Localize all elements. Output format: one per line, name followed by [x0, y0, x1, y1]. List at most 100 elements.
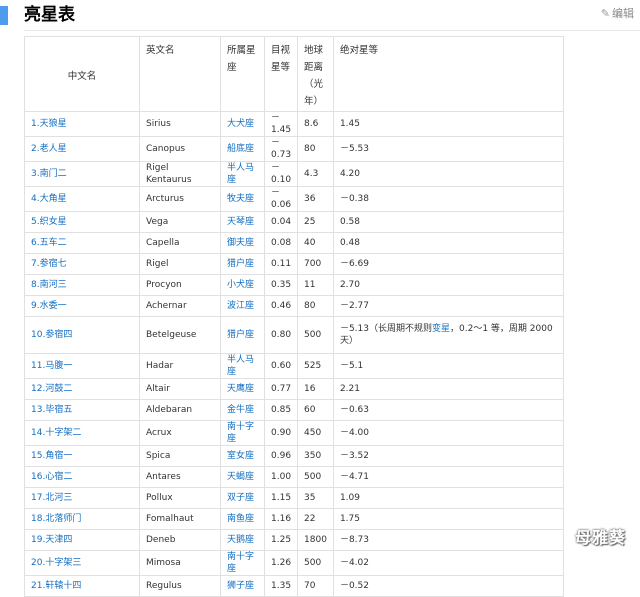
star-chinese-name-link[interactable]: 1.天狼星 [24, 111, 140, 137]
watermark: 母雅葵 [574, 528, 626, 547]
star-chinese-name-link[interactable]: 20.十字架三 [24, 550, 140, 576]
star-chinese-name-link[interactable]: 5.织女星 [24, 211, 140, 233]
star-chinese-name-link[interactable]: 4.大角星 [24, 186, 140, 212]
constellation-link[interactable]: 天鹅座 [220, 529, 265, 551]
constellation-link[interactable]: 南鱼座 [220, 508, 265, 530]
table-row: 10.参宿四 Betelgeuse 猎户座 0.80 500 －5.13（长周期不规则变星… [24, 316, 564, 354]
star-chinese-name-link[interactable]: 21.轩辕十四 [24, 575, 140, 597]
table-row: 11.马腹一 Hadar 半人马座 0.60 525 －5.1 [24, 353, 564, 379]
table-header-row: 中文名 英文名 所属星座 目视星等 地球距离（光年） 绝对星等 [24, 36, 564, 112]
distance-light-years: 500 [297, 466, 334, 488]
constellation-link[interactable]: 天琴座 [220, 211, 265, 233]
apparent-magnitude: 0.60 [263, 353, 299, 379]
distance-light-years: 36 [297, 186, 334, 212]
apparent-magnitude: 0.35 [263, 274, 299, 296]
constellation-link[interactable]: 天蝎座 [220, 466, 265, 488]
star-english-name: Mimosa [139, 550, 221, 576]
star-chinese-name-link[interactable]: 12.河鼓二 [24, 378, 140, 400]
table-row: 9.水委一 Achernar 波江座 0.46 80 －2.77 [24, 295, 564, 317]
table-row: 13.毕宿五 Aldebaran 金牛座 0.85 60 －0.63 [24, 399, 564, 421]
star-english-name: Aldebaran [139, 399, 221, 421]
star-chinese-name-link[interactable]: 2.老人星 [24, 136, 140, 162]
constellation-link[interactable]: 半人马座 [220, 161, 265, 187]
abs-magnitude-text: －5.13（长周期不规则 [339, 324, 432, 334]
constellation-link[interactable]: 室女座 [220, 445, 265, 467]
constellation-link[interactable]: 南十字座 [220, 420, 265, 446]
star-chinese-name-link[interactable]: 7.参宿七 [24, 253, 140, 275]
apparent-magnitude: 1.15 [263, 487, 299, 509]
header-english-name: 英文名 [139, 36, 221, 112]
constellation-link[interactable]: 南十字座 [220, 550, 265, 576]
star-english-name: Achernar [139, 295, 221, 317]
star-english-name: Canopus [139, 136, 221, 162]
absolute-magnitude: －8.73 [332, 529, 564, 551]
apparent-magnitude: －0.73 [263, 136, 299, 162]
star-chinese-name-link[interactable]: 14.十字架二 [24, 420, 140, 446]
star-chinese-name-link[interactable]: 19.天津四 [24, 529, 140, 551]
header-distance: 地球距离（光年） [297, 36, 334, 112]
section-header: 亮星表 ✎ 编辑 [0, 0, 640, 30]
constellation-link[interactable]: 猎户座 [220, 316, 265, 354]
header-constellation: 所属星座 [220, 36, 265, 112]
star-english-name: Rigel Kentaurus [139, 161, 221, 187]
edit-link[interactable]: ✎ 编辑 [601, 7, 634, 21]
star-chinese-name-link[interactable]: 11.马腹一 [24, 353, 140, 379]
section-accent-bar [0, 6, 8, 25]
constellation-link[interactable]: 狮子座 [220, 575, 265, 597]
table-row: 12.河鼓二 Altair 天鹰座 0.77 16 2.21 [24, 378, 564, 400]
constellation-link[interactable]: 小犬座 [220, 274, 265, 296]
star-chinese-name-link[interactable]: 18.北落师门 [24, 508, 140, 530]
star-chinese-name-link[interactable]: 13.毕宿五 [24, 399, 140, 421]
absolute-magnitude: －5.13（长周期不规则变星，0.2～1 等，周期 2000 天） [332, 316, 564, 354]
star-chinese-name-link[interactable]: 9.水委一 [24, 295, 140, 317]
apparent-magnitude: －0.10 [263, 161, 299, 187]
apparent-magnitude: 0.96 [263, 445, 299, 467]
distance-light-years: 525 [297, 353, 334, 379]
constellation-link[interactable]: 金牛座 [220, 399, 265, 421]
star-chinese-name-link[interactable]: 17.北河三 [24, 487, 140, 509]
distance-light-years: 40 [297, 232, 334, 254]
constellation-link[interactable]: 御夫座 [220, 232, 265, 254]
absolute-magnitude: －5.53 [332, 136, 564, 162]
table-row: 19.天津四 Deneb 天鹅座 1.25 1800 －8.73 [24, 529, 564, 551]
absolute-magnitude: －0.63 [332, 399, 564, 421]
constellation-link[interactable]: 船底座 [220, 136, 265, 162]
header-chinese-name: 中文名 [24, 36, 140, 112]
table-row: 7.参宿七 Rigel 猎户座 0.11 700 －6.69 [24, 253, 564, 275]
table-row: 2.老人星 Canopus 船底座 －0.73 80 －5.53 [24, 136, 564, 162]
star-chinese-name-link[interactable]: 10.参宿四 [24, 316, 140, 354]
variable-star-link[interactable]: 变星 [432, 324, 450, 334]
constellation-link[interactable]: 天鹰座 [220, 378, 265, 400]
constellation-link[interactable]: 牧夫座 [220, 186, 265, 212]
absolute-magnitude: －4.00 [332, 420, 564, 446]
star-english-name: Procyon [139, 274, 221, 296]
star-chinese-name-link[interactable]: 6.五车二 [24, 232, 140, 254]
star-english-name: Acrux [139, 420, 221, 446]
absolute-magnitude: 4.20 [332, 161, 564, 187]
star-english-name: Fomalhaut [139, 508, 221, 530]
constellation-link[interactable]: 大犬座 [220, 111, 265, 137]
constellation-link[interactable]: 半人马座 [220, 353, 265, 379]
star-chinese-name-link[interactable]: 16.心宿二 [24, 466, 140, 488]
distance-light-years: 22 [297, 508, 334, 530]
apparent-magnitude: 1.25 [263, 529, 299, 551]
edit-label: 编辑 [612, 7, 634, 20]
distance-light-years: 4.3 [297, 161, 334, 187]
star-chinese-name-link[interactable]: 8.南河三 [24, 274, 140, 296]
absolute-magnitude: －2.77 [332, 295, 564, 317]
absolute-magnitude: 1.09 [332, 487, 564, 509]
constellation-link[interactable]: 双子座 [220, 487, 265, 509]
star-chinese-name-link[interactable]: 15.角宿一 [24, 445, 140, 467]
distance-light-years: 450 [297, 420, 334, 446]
absolute-magnitude: 1.75 [332, 508, 564, 530]
constellation-link[interactable]: 猎户座 [220, 253, 265, 275]
table-row: 5.织女星 Vega 天琴座 0.04 25 0.58 [24, 211, 564, 233]
star-english-name: Regulus [139, 575, 221, 597]
star-chinese-name-link[interactable]: 3.南门二 [24, 161, 140, 187]
constellation-link[interactable]: 波江座 [220, 295, 265, 317]
table-row: 15.角宿一 Spica 室女座 0.96 350 －3.52 [24, 445, 564, 467]
star-english-name: Arcturus [139, 186, 221, 212]
distance-light-years: 60 [297, 399, 334, 421]
table-row: 17.北河三 Pollux 双子座 1.15 35 1.09 [24, 487, 564, 509]
star-english-name: Spica [139, 445, 221, 467]
